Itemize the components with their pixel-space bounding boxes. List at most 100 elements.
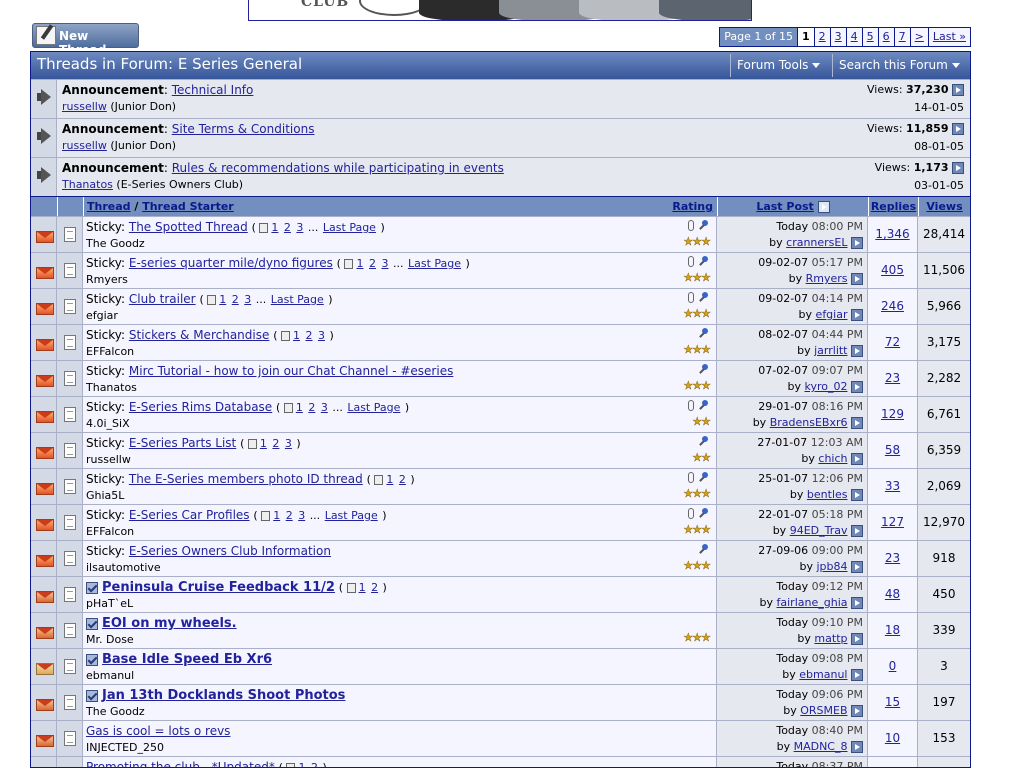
page-last-link[interactable]: Last » (927, 28, 970, 46)
sort-by-replies-link[interactable]: Replies (871, 200, 916, 213)
thread-page-link[interactable]: 2 (369, 257, 376, 270)
last-poster-link[interactable]: ORSMEB (800, 704, 847, 717)
last-poster-link[interactable]: efgiar (816, 308, 848, 321)
last-poster-link[interactable]: jarrlitt (814, 344, 847, 357)
replies-link[interactable]: 129 (881, 407, 904, 421)
thread-page-link[interactable]: 3 (298, 509, 305, 522)
go-to-post-icon[interactable] (952, 123, 964, 135)
go-to-last-post-icon[interactable] (851, 741, 863, 753)
site-banner[interactable]: CLUB (248, 0, 752, 21)
go-to-last-post-icon[interactable] (851, 345, 863, 357)
thread-page-link[interactable]: 1 (293, 329, 300, 342)
replies-link[interactable]: 33 (885, 479, 900, 493)
last-poster-link[interactable]: MADNC_8 (794, 740, 848, 753)
replies-link[interactable]: 246 (881, 299, 904, 313)
thread-last-page-link[interactable]: Last Page (271, 293, 324, 306)
thread-page-link[interactable]: 3 (285, 437, 292, 450)
thread-title-link[interactable]: E-series quarter mile/dyno figures (129, 256, 333, 270)
page-link[interactable]: 6 (877, 28, 894, 46)
last-poster-link[interactable]: bentles (807, 488, 848, 501)
thread-page-link[interactable]: 2 (232, 293, 239, 306)
forum-tools-menu[interactable]: Forum Tools (730, 54, 832, 77)
replies-link[interactable]: 18 (885, 623, 900, 637)
thread-title-link[interactable]: Peninsula Cruise Feedback 11/2 (102, 580, 335, 595)
page-count-label[interactable]: Page 1 of 15 (720, 28, 797, 46)
replies-link[interactable]: 72 (885, 335, 900, 349)
page-next-link[interactable]: > (909, 28, 928, 46)
thread-page-link[interactable]: 3 (244, 293, 251, 306)
thread-page-link[interactable]: 1 (359, 581, 366, 594)
thread-title-link[interactable]: E-Series Rims Database (129, 400, 272, 414)
thread-last-page-link[interactable]: Last Page (408, 257, 461, 270)
replies-link[interactable]: 48 (885, 587, 900, 601)
replies-link[interactable]: 23 (885, 551, 900, 565)
sort-by-rating-link[interactable]: Rating (672, 197, 713, 217)
replies-link[interactable]: 10 (885, 731, 900, 745)
go-to-last-post-icon[interactable] (851, 381, 863, 393)
announcement-title-link[interactable]: Rules & recommendations while participat… (172, 161, 504, 175)
thread-title-link[interactable]: EOI on my wheels. (102, 616, 237, 631)
thread-title-link[interactable]: E-Series Owners Club Information (129, 544, 331, 558)
thread-page-link[interactable]: 1 (271, 221, 278, 234)
replies-link[interactable]: 1,346 (875, 227, 909, 241)
thread-page-link[interactable]: 2 (371, 581, 378, 594)
thread-page-link[interactable]: 3 (296, 221, 303, 234)
replies-link[interactable]: 15 (885, 695, 900, 709)
announcement-title-link[interactable]: Site Terms & Conditions (172, 122, 315, 136)
last-poster-link[interactable]: chich (818, 452, 847, 465)
announcement-author-link[interactable]: Thanatos (62, 178, 113, 191)
sort-by-views-link[interactable]: Views (926, 200, 962, 213)
thread-title-link[interactable]: E-Series Car Profiles (129, 508, 250, 522)
page-link[interactable]: 4 (845, 28, 862, 46)
thread-page-link[interactable]: 2 (399, 473, 406, 486)
go-to-last-post-icon[interactable] (851, 597, 863, 609)
sort-by-starter-link[interactable]: Thread Starter (142, 200, 234, 213)
go-to-post-icon[interactable] (952, 84, 964, 96)
page-link[interactable]: 7 (893, 28, 910, 46)
go-to-last-post-icon[interactable] (851, 561, 863, 573)
sort-by-last-post-link[interactable]: Last Post (756, 200, 814, 213)
sort-by-thread-link[interactable]: Thread (87, 200, 131, 213)
go-to-last-post-icon[interactable] (851, 417, 863, 429)
thread-page-link[interactable]: 1 (219, 293, 226, 306)
thread-title-link[interactable]: Promoting the club - *Updated* (86, 760, 275, 767)
go-to-last-post-icon[interactable] (851, 273, 863, 285)
thread-title-link[interactable]: The E-Series members photo ID thread (129, 472, 363, 486)
thread-title-link[interactable]: Base Idle Speed Eb Xr6 (102, 652, 272, 667)
thread-page-link[interactable]: 3 (381, 257, 388, 270)
page-link[interactable]: 5 (861, 28, 878, 46)
go-to-last-post-icon[interactable] (851, 525, 863, 537)
replies-link[interactable]: 0 (889, 659, 897, 673)
thread-page-link[interactable]: 1 (273, 509, 280, 522)
thread-page-link[interactable]: 1 (296, 401, 303, 414)
page-link[interactable]: 3 (829, 28, 846, 46)
page-link[interactable]: 2 (813, 28, 830, 46)
go-to-last-post-icon[interactable] (851, 489, 863, 501)
thread-page-link[interactable]: 1 (386, 473, 393, 486)
thread-page-link[interactable]: 2 (284, 221, 291, 234)
go-to-last-post-icon[interactable] (851, 705, 863, 717)
thread-page-link[interactable]: 2 (286, 509, 293, 522)
go-to-last-post-icon[interactable] (851, 633, 863, 645)
thread-title-link[interactable]: The Spotted Thread (129, 220, 248, 234)
thread-last-page-link[interactable]: Last Page (325, 509, 378, 522)
replies-link[interactable]: 127 (881, 515, 904, 529)
thread-page-link[interactable]: 2 (311, 761, 318, 767)
go-to-last-post-icon[interactable] (851, 309, 863, 321)
last-poster-link[interactable]: ebmanul (799, 668, 847, 681)
replies-link[interactable]: 58 (885, 443, 900, 457)
go-to-last-post-icon[interactable] (851, 669, 863, 681)
replies-link[interactable]: 405 (881, 263, 904, 277)
last-poster-link[interactable]: BradensEBxr6 (770, 416, 848, 429)
thread-page-link[interactable]: 1 (260, 437, 267, 450)
thread-page-link[interactable]: 1 (298, 761, 305, 767)
go-to-post-icon[interactable] (952, 162, 964, 174)
thread-title-link[interactable]: Club trailer (129, 292, 196, 306)
last-poster-link[interactable]: jpb84 (816, 560, 847, 573)
replies-link[interactable]: 23 (885, 371, 900, 385)
last-poster-link[interactable]: Rmyers (806, 272, 848, 285)
announcement-author-link[interactable]: russellw (62, 139, 107, 152)
last-poster-link[interactable]: mattp (814, 632, 847, 645)
thread-title-link[interactable]: Stickers & Merchandise (129, 328, 269, 342)
thread-title-link[interactable]: Jan 13th Docklands Shoot Photos (102, 688, 345, 703)
